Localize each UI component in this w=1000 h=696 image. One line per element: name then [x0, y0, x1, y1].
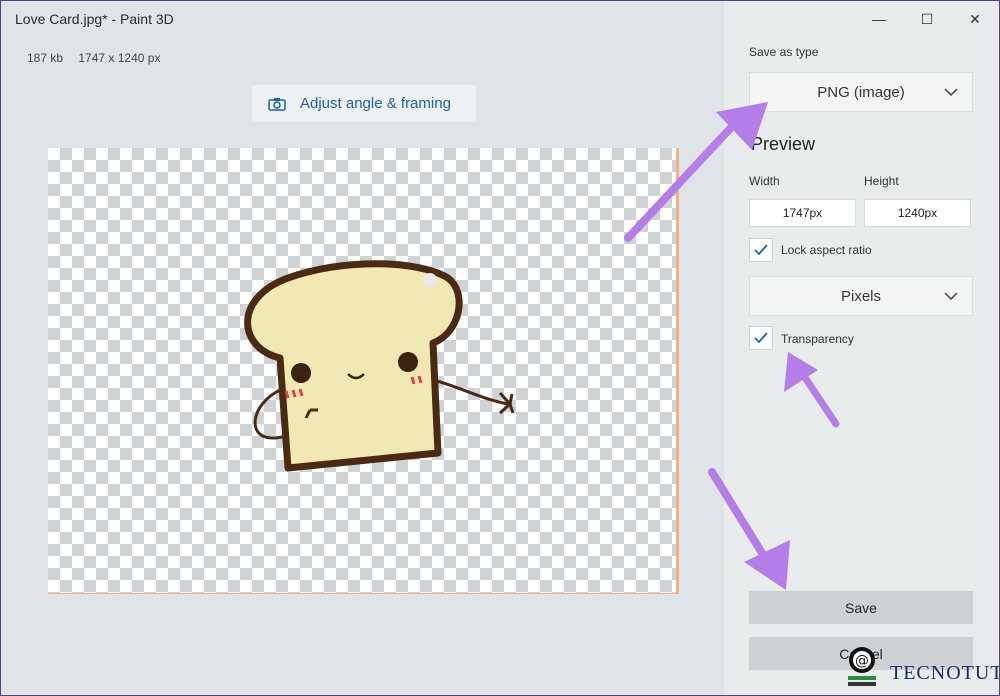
save-options-panel: — ☐ ✕ Save as type PNG (image) Preview W…: [724, 1, 999, 695]
app-window: Love Card.jpg* - Paint 3D 187 kb 1747 x …: [0, 0, 1000, 696]
transparency-checkbox[interactable]: [749, 326, 773, 350]
transparency-label: Transparency: [781, 332, 854, 346]
height-label: Height: [864, 174, 899, 188]
save-as-type-label: Save as type: [749, 45, 819, 59]
file-size: 187 kb: [27, 51, 64, 65]
width-field[interactable]: 1747px: [749, 199, 856, 227]
save-as-type-value: PNG (image): [817, 83, 905, 101]
file-dimensions: 1747 x 1240 px: [78, 51, 161, 65]
adjust-angle-label: Adjust angle & framing: [300, 95, 451, 112]
width-label: Width: [749, 174, 780, 188]
minimize-button[interactable]: —: [855, 1, 903, 37]
camera-icon: [268, 97, 286, 111]
preview-heading: Preview: [751, 134, 816, 154]
watermark-text: TECNOTUTO: [890, 662, 1000, 684]
save-as-type-select[interactable]: PNG (image): [749, 72, 973, 112]
checkmark-icon: [754, 332, 768, 344]
svg-text:@: @: [855, 653, 869, 669]
chevron-down-icon: [944, 292, 958, 300]
height-field[interactable]: 1240px: [864, 199, 971, 227]
adjust-angle-button[interactable]: Adjust angle & framing: [252, 85, 476, 122]
canvas-area: Love Card.jpg* - Paint 3D 187 kb 1747 x …: [1, 1, 724, 695]
lock-aspect-label: Lock aspect ratio: [781, 243, 872, 257]
lock-aspect-checkbox[interactable]: [749, 238, 773, 262]
close-button[interactable]: ✕: [951, 1, 999, 37]
window-controls: — ☐ ✕: [855, 1, 999, 37]
units-value: Pixels: [840, 287, 881, 305]
units-select[interactable]: Pixels: [749, 276, 973, 316]
checkmark-icon: [754, 244, 768, 256]
save-button[interactable]: Save: [749, 591, 973, 624]
window-title: Love Card.jpg* - Paint 3D: [15, 11, 174, 27]
preview-canvas[interactable]: [48, 148, 679, 594]
watermark-logo-icon: @: [848, 647, 876, 686]
toast-character-image: [244, 260, 515, 472]
maximize-button[interactable]: ☐: [903, 1, 951, 37]
chevron-down-icon: [944, 88, 958, 96]
file-info: 187 kb 1747 x 1240 px: [27, 51, 172, 65]
